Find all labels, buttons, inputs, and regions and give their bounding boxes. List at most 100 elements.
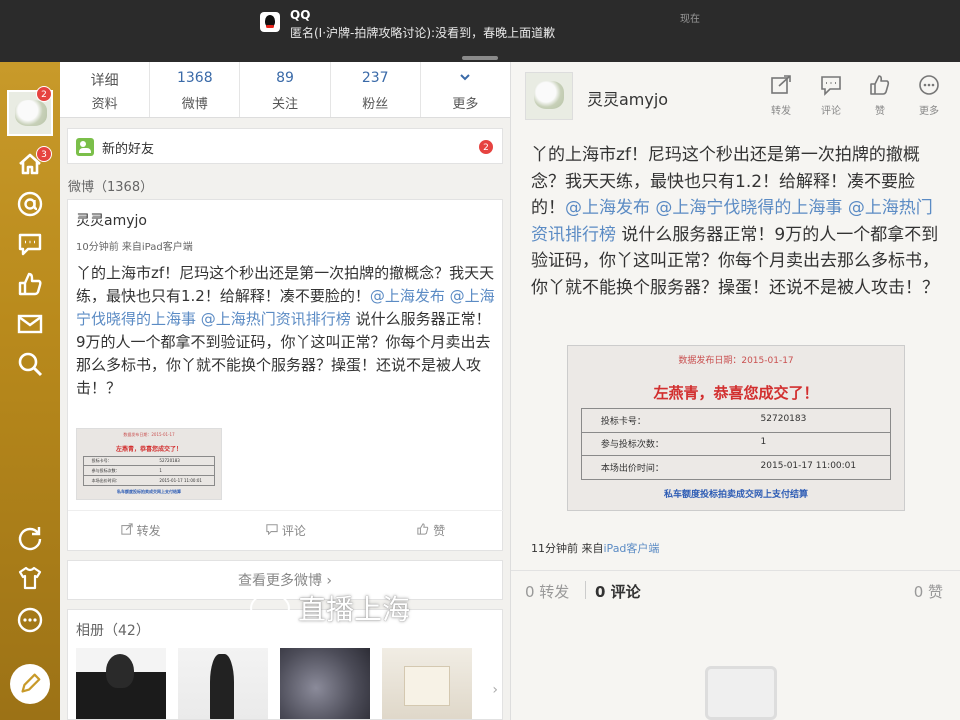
comment-placeholder-icon: [705, 666, 777, 720]
detail-author[interactable]: 灵灵amyjo: [587, 86, 668, 110]
album-photo[interactable]: [76, 648, 166, 719]
post-actions: 转发 评论 赞: [68, 510, 504, 550]
detail-avatar[interactable]: [525, 72, 573, 120]
album-next-arrow-icon[interactable]: ›: [492, 682, 498, 698]
counts-divider: [585, 581, 586, 599]
cert-row: 参与投标次数： 1: [83, 466, 215, 476]
cert-key: 本场出价时间：: [600, 463, 664, 474]
stat-weibo[interactable]: 1368 微博: [150, 62, 241, 117]
detail-comment-label: 评论: [821, 106, 841, 117]
detail-comment-button[interactable]: 评论: [809, 74, 853, 117]
detail-image[interactable]: 数据发布日期：2015-01-17 左燕青，恭喜您成交了！ 投标卡号： 52720…: [567, 345, 905, 511]
like-icon: [417, 523, 429, 535]
cert-footer: 私车额度投标拍卖成交网上支付结算: [117, 489, 181, 495]
cert-congrats: 左燕青，恭喜您成交了！: [115, 446, 182, 454]
like-icon: [870, 75, 890, 95]
avatar-image: [534, 81, 564, 109]
stat-followers-number: 237: [361, 70, 389, 86]
cert-table: 投标卡号： 52720183 参与投标次数： 1 本场出价时间： 2015-01-17…: [82, 455, 216, 487]
like-icon[interactable]: [14, 268, 46, 300]
repost-count-tab[interactable]: 0 转发: [525, 581, 569, 602]
certificate-thumb: 数据发布日期：2015-01-17 左燕青，恭喜您成交了！ 投标卡号： 52720…: [77, 429, 221, 499]
notification-message: 匿名(I·沪牌-拍牌攻略讨论):没看到，春晚上面道歉: [290, 26, 556, 40]
new-friends-label: 新的好友: [102, 142, 155, 157]
comment-icon[interactable]: [14, 228, 46, 260]
like-label: 赞: [433, 524, 446, 538]
cert-row: 本场出价时间： 2015-01-17 11:00:01: [84, 476, 214, 486]
repost-icon: [121, 523, 133, 535]
cert-congrats: 左燕青，恭喜您成交了！: [653, 384, 819, 403]
album-photo[interactable]: [178, 648, 268, 719]
post-text: 丫的上海市zf！尼玛这个秒出还是第一次拍牌的撤概念？我天天练，最快也只有1.2！…: [76, 262, 496, 400]
comment-count-tab[interactable]: 0 评论: [595, 581, 641, 602]
friends-icon: [76, 138, 94, 156]
notification-grabber[interactable]: [462, 56, 498, 60]
comment-button[interactable]: 评论: [213, 511, 358, 550]
refresh-icon[interactable]: [14, 522, 46, 554]
detail-mention[interactable]: @上海宁伐晓得的上海事: [655, 198, 842, 218]
detail-source-link[interactable]: iPad客户端: [604, 542, 660, 555]
compose-button[interactable]: [10, 664, 50, 704]
new-friends-row[interactable]: 新的好友 2: [67, 128, 503, 164]
post-detail-panel: 灵灵amyjo 转发 评论 赞 更多 丫的上海市zf！尼玛这个秒出还是第一次拍牌…: [510, 62, 960, 720]
like-count-tab[interactable]: 0 赞: [914, 581, 943, 602]
detail-like-label: 赞: [875, 106, 885, 117]
qq-app-icon: [260, 12, 280, 32]
detail-mention[interactable]: @上海发布: [565, 198, 650, 218]
cert-key: 投标卡号：: [91, 458, 112, 464]
stat-following-number: 89: [276, 70, 294, 86]
cert-row: 投标卡号： 52720183: [83, 457, 215, 467]
stat-more[interactable]: 更多: [421, 62, 510, 117]
detail-repost-label: 转发: [771, 106, 791, 117]
cert-value: 52720183: [159, 458, 180, 464]
stat-following[interactable]: 89 关注: [240, 62, 331, 117]
photo-figure: [210, 654, 234, 719]
cert-table: 投标卡号： 52720183 参与投标次数： 1 本场出价时间： 2015-01-17…: [581, 408, 891, 481]
comment-label: 评论: [281, 524, 306, 538]
post-mention[interactable]: @上海热门资讯排行榜: [201, 310, 351, 328]
cert-footer: 私车额度投标拍卖成交网上支付结算: [663, 490, 808, 501]
certificate-image: 数据发布日期：2015-01-17 左燕青，恭喜您成交了！ 投标卡号： 52720…: [568, 346, 904, 510]
post-author[interactable]: 灵灵amyjo: [76, 210, 147, 230]
repost-button[interactable]: 转发: [68, 511, 213, 550]
post-image-thumbnail[interactable]: 数据发布日期：2015-01-17 左燕青，恭喜您成交了！ 投标卡号： 52720…: [76, 428, 222, 500]
at-icon[interactable]: [14, 188, 46, 220]
search-icon[interactable]: [14, 348, 46, 380]
view-more-weibo-label: 查看更多微博: [237, 573, 322, 589]
post-mention[interactable]: @上海发布: [370, 287, 445, 305]
weibo-post-card[interactable]: 灵灵amyjo 10分钟前 来自iPad客户端 丫的上海市zf！尼玛这个秒出还是…: [67, 199, 504, 551]
stat-profile[interactable]: 详细 资料: [60, 62, 151, 117]
repost-icon: [771, 75, 791, 94]
notification-app-name: QQ: [290, 8, 311, 22]
repost-label: 转发: [136, 524, 161, 538]
comment-icon: [266, 524, 278, 536]
cert-row: 投标卡号： 52720183: [582, 409, 890, 433]
avatar-badge: 2: [36, 86, 52, 102]
stat-weibo-label: 微博: [181, 97, 208, 112]
detail-more-button[interactable]: 更多: [907, 74, 951, 117]
detail-time-text: 11分钟前 来自: [531, 542, 604, 555]
cert-date: 数据发布日期：2015-01-17: [678, 355, 794, 366]
more-icon[interactable]: [14, 604, 46, 636]
stat-profile-label: 资料: [91, 97, 118, 112]
cert-row: 参与投标次数： 1: [582, 433, 890, 457]
mail-icon[interactable]: [14, 308, 46, 340]
photo-object: [404, 666, 450, 706]
shirt-icon[interactable]: [14, 562, 46, 594]
detail-repost-button[interactable]: 转发: [759, 74, 803, 117]
album-photo[interactable]: [382, 648, 472, 719]
cert-key: 本场出价时间：: [91, 477, 120, 483]
wechat-logo-icon: [250, 593, 290, 623]
like-button[interactable]: 赞: [359, 511, 504, 550]
detail-like-button[interactable]: 赞: [858, 74, 902, 117]
new-friends-badge: 2: [478, 139, 494, 155]
cert-date: 数据发布日期：2015-01-17: [123, 431, 175, 437]
notification-banner[interactable]: QQ 匿名(I·沪牌-拍牌攻略讨论):没看到，春晚上面道歉 现在: [0, 0, 960, 62]
more-icon: [919, 75, 939, 95]
stat-weibo-number: 1368: [176, 70, 213, 86]
stat-following-label: 关注: [272, 97, 299, 112]
stat-more-label: 更多: [452, 97, 479, 112]
stat-followers[interactable]: 237 粉丝: [331, 62, 421, 117]
album-title[interactable]: 相册（42）: [76, 620, 150, 640]
album-photo[interactable]: [280, 648, 370, 719]
